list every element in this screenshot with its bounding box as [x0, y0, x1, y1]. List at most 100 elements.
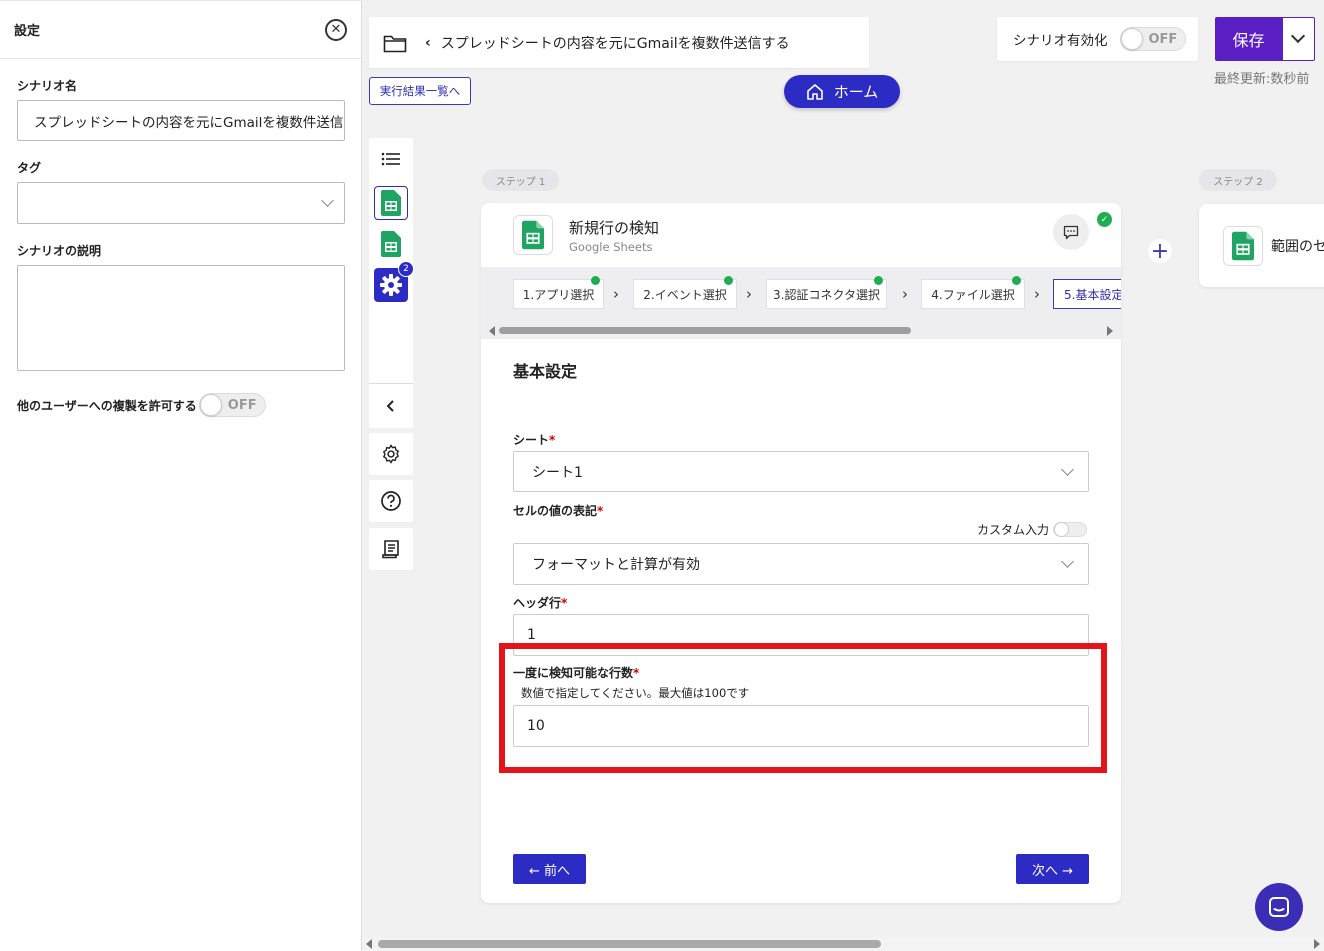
header-row-label: ヘッダ行* — [513, 596, 568, 610]
step1-sheets-icon[interactable] — [374, 186, 408, 220]
step-complete-check-icon: ✓ — [1097, 212, 1112, 227]
collapse-chevron-icon[interactable] — [369, 384, 413, 428]
allow-copy-toggle[interactable]: OFF — [198, 393, 266, 417]
check-icon — [591, 276, 600, 285]
canvas-horizontal-scrollbar[interactable] — [362, 937, 1324, 951]
add-step-icon[interactable]: + — [1148, 239, 1172, 264]
cell-format-select-value: フォーマットと計算が有効 — [532, 557, 700, 573]
chevron-right-icon: › — [1034, 285, 1040, 303]
home-button-label: ホーム — [833, 83, 879, 101]
scenario-name-label: シナリオ名 — [17, 79, 78, 93]
allow-copy-row: 他のユーザーへの複製を許可する OFF — [17, 393, 361, 417]
step-tabs: 1.アプリ選択 › 2.イベント選択 › 3.認証コネクタ選択 › 4.ファイル… — [481, 267, 1121, 339]
enable-toggle[interactable]: OFF — [1119, 27, 1187, 51]
step-1-card: 新規行の検知 Google Sheets ✓ 1.アプリ選択 › 2.イベント選… — [481, 203, 1121, 903]
section-title: 基本設定 — [513, 362, 578, 381]
cell-format-select[interactable]: フォーマットと計算が有効 — [513, 543, 1089, 585]
step-2-pill: ステップ 2 — [1199, 169, 1277, 191]
description-label: シナリオの説明 — [17, 244, 102, 258]
canvas-scrollbar-thumb[interactable] — [378, 940, 881, 948]
chevron-down-icon — [1290, 28, 1306, 44]
folder-icon[interactable] — [383, 33, 407, 53]
custom-input-toggle-row: カスタム入力 — [977, 521, 1088, 538]
back-chevron-icon[interactable]: ‹ — [425, 35, 431, 51]
tab-file-select[interactable]: 4.ファイル選択 — [921, 276, 1025, 309]
tab-label: 5.基本設定 — [1064, 287, 1121, 302]
tabs-scrollbar[interactable] — [489, 325, 1113, 336]
save-button[interactable]: 保存 — [1215, 17, 1282, 61]
google-sheets-icon — [513, 215, 553, 255]
tab-label: 4.ファイル選択 — [931, 287, 1015, 302]
chevron-right-icon: › — [613, 285, 619, 303]
tag-label: タグ — [17, 161, 42, 175]
settings-panel: 設定 ✕ シナリオ名 スプレッドシートの内容を元にGmailを複数件送信する タ… — [0, 0, 362, 951]
save-dropdown-button[interactable] — [1282, 17, 1315, 61]
settings-header: 設定 ✕ — [0, 1, 361, 59]
step-1-pill: ステップ 1 — [482, 169, 559, 191]
check-icon — [1012, 276, 1021, 285]
chevron-down-icon — [1061, 555, 1074, 568]
google-sheets-icon — [1223, 225, 1263, 266]
help-icon[interactable] — [369, 480, 413, 522]
toggle-knob — [1054, 522, 1070, 537]
comment-icon[interactable] — [1053, 214, 1089, 250]
step-toolbar: 2 — [369, 138, 414, 428]
chevron-right-icon: › — [902, 285, 908, 303]
log-icon[interactable] — [369, 528, 413, 570]
close-icon[interactable]: ✕ — [325, 18, 347, 41]
toggle-knob — [1120, 28, 1143, 50]
check-icon — [724, 276, 733, 285]
description-textarea[interactable] — [17, 265, 345, 371]
tab-label: 2.イベント選択 — [643, 287, 727, 302]
settings-gear-icon[interactable] — [369, 433, 413, 475]
custom-input-toggle[interactable] — [1053, 522, 1088, 537]
step-title: 新規行の検知 — [569, 218, 660, 237]
sheet-select[interactable]: シート1 — [513, 451, 1089, 492]
home-button[interactable]: ホーム — [784, 75, 900, 108]
chat-support-button[interactable] — [1255, 883, 1303, 931]
scroll-left-arrow-icon[interactable] — [489, 326, 495, 336]
step-app-name: Google Sheets — [569, 239, 653, 254]
tab-event-select[interactable]: 2.イベント選択 — [633, 276, 737, 309]
tab-label: 3.認証コネクタ選択 — [773, 287, 880, 302]
cell-format-label: セルの値の表記* — [513, 504, 604, 518]
scroll-right-arrow-icon[interactable] — [1314, 939, 1320, 949]
scenario-title-bar: ‹ スプレッドシートの内容を元にGmailを複数件送信する — [369, 17, 869, 68]
save-button-group: 保存 — [1215, 17, 1315, 61]
scenario-name-input[interactable]: スプレッドシートの内容を元にGmailを複数件送信する — [17, 100, 345, 141]
results-list-button[interactable]: 実行結果一覧へ — [369, 77, 471, 105]
prev-button[interactable]: ← 前へ — [513, 854, 586, 884]
tab-app-select[interactable]: 1.アプリ選択 — [513, 276, 604, 309]
chevron-down-icon — [321, 194, 334, 207]
step3-gear-icon[interactable]: 2 — [374, 261, 414, 302]
check-icon — [874, 276, 883, 285]
next-button[interactable]: 次へ → — [1016, 854, 1089, 884]
step-count-badge: 2 — [398, 261, 414, 277]
chevron-down-icon — [1061, 463, 1074, 476]
scenario-enable-card: シナリオ有効化 OFF — [997, 17, 1198, 61]
sheet-label: シート* — [513, 433, 556, 447]
last-updated-text: 最終更新:数秒前 — [1214, 72, 1310, 87]
toggle-knob — [199, 394, 222, 416]
allow-copy-label: 他のユーザーへの複製を許可する — [17, 398, 197, 413]
scroll-right-arrow-icon[interactable] — [1107, 326, 1113, 336]
step-2-card[interactable]: 範囲のセ — [1199, 204, 1324, 287]
highlight-annotation — [499, 643, 1107, 773]
list-icon[interactable] — [369, 151, 413, 167]
step-card-header: 新規行の検知 Google Sheets ✓ — [481, 203, 1121, 267]
tab-label: 1.アプリ選択 — [522, 287, 595, 302]
step2-sheets-icon[interactable] — [374, 227, 408, 261]
step-2-title: 範囲のセ — [1271, 238, 1324, 255]
chevron-right-icon: › — [746, 285, 752, 303]
scroll-left-arrow-icon[interactable] — [366, 939, 372, 949]
tag-select[interactable] — [17, 182, 345, 224]
chat-icon — [1269, 897, 1289, 917]
tab-basic-settings[interactable]: 5.基本設定 — [1053, 279, 1121, 309]
tabs-scrollbar-thumb[interactable] — [499, 327, 911, 334]
allow-copy-toggle-text: OFF — [227, 397, 257, 413]
enable-toggle-text: OFF — [1148, 31, 1178, 47]
custom-input-label: カスタム入力 — [977, 523, 1050, 537]
scenario-title[interactable]: スプレッドシートの内容を元にGmailを複数件送信する — [441, 33, 790, 53]
sheet-select-value: シート1 — [532, 464, 583, 481]
tab-connector-select[interactable]: 3.認証コネクタ選択 — [766, 276, 887, 309]
